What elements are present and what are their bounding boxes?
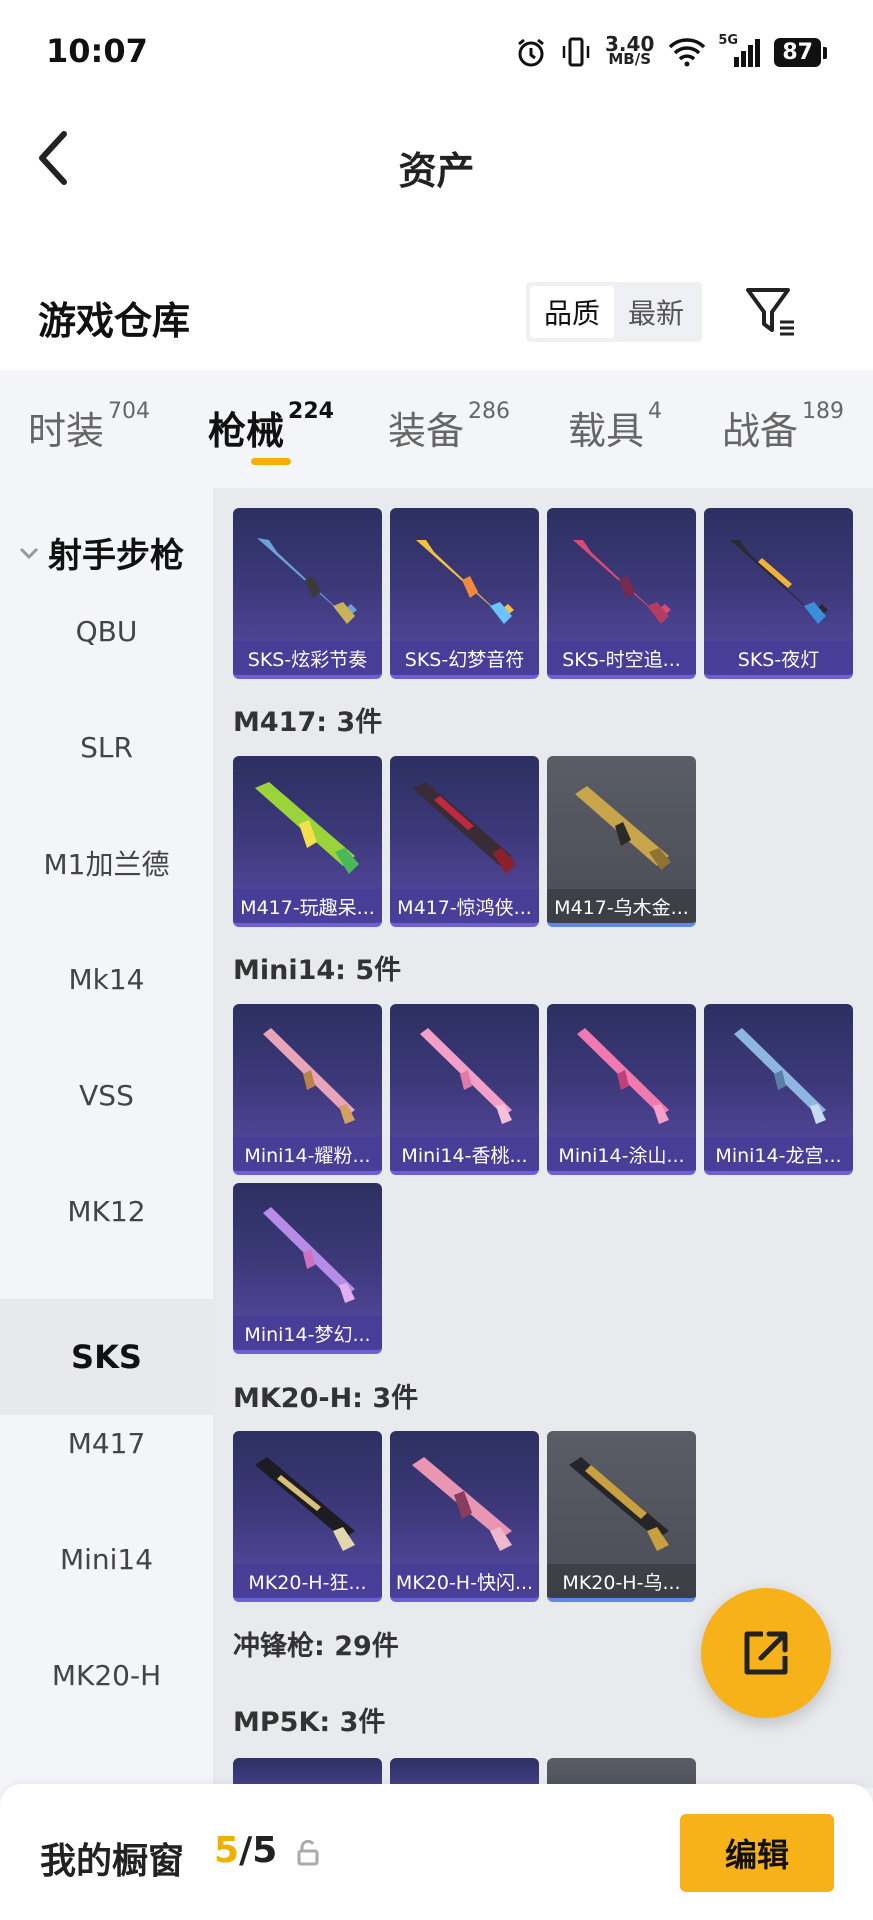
filter-button[interactable]	[744, 284, 798, 340]
item-card[interactable]: Mini14-龙宫...	[704, 1004, 853, 1175]
section-title-smg: 冲锋枪: 29件	[233, 1631, 399, 1662]
app-header: 资产	[0, 100, 873, 230]
item-card[interactable]: MK20-H-快闪...	[390, 1431, 539, 1602]
section-title-mp5k: MP5K: 3件	[233, 1707, 386, 1738]
sort-newest-button[interactable]: 最新	[614, 286, 698, 338]
item-card[interactable]: Mini14-香桃...	[390, 1004, 539, 1175]
rifle-skin-icon	[255, 1457, 355, 1551]
tab-guns[interactable]: 枪械 224	[208, 399, 334, 455]
rifle-skin-icon	[575, 786, 671, 870]
item-card[interactable]: SKS-幻梦音符	[390, 508, 539, 679]
rifle-skin-icon	[255, 782, 359, 874]
sidebar-item-mk12[interactable]: MK12	[0, 1153, 213, 1269]
mk20h-row: MK20-H-狂... MK20-H-快闪... MK20-H-乌...	[233, 1431, 696, 1602]
share-external-icon	[744, 1631, 788, 1675]
wifi-icon	[669, 38, 706, 67]
rifle-skin-icon	[412, 782, 516, 874]
share-fab-button[interactable]	[701, 1588, 831, 1718]
warehouse-title: 游戏仓库	[38, 299, 191, 343]
status-time: 10:07	[46, 32, 148, 70]
edit-button[interactable]: 编辑	[680, 1814, 834, 1892]
rifle-skin-icon	[257, 538, 357, 624]
item-card[interactable]: MK20-H-乌...	[547, 1431, 696, 1602]
status-bar: 10:07 3.40 MB/S 5G 87	[0, 0, 873, 100]
category-tabs: 时装 704 枪械 224 装备 286 载具 4 战备 189	[0, 370, 873, 488]
item-card[interactable]: M417-乌木金...	[547, 756, 696, 927]
sidebar-item-mk14[interactable]: Mk14	[0, 921, 213, 1037]
item-card[interactable]: MK20-H-狂...	[233, 1431, 382, 1602]
network-type: 5G	[718, 33, 739, 48]
tab-battle-prep[interactable]: 战备 189	[722, 399, 844, 455]
rifle-skin-icon	[412, 1457, 512, 1551]
sidebar-item-qbu[interactable]: QBU	[0, 573, 213, 689]
sort-quality-button[interactable]: 品质	[530, 286, 614, 338]
rifle-skin-icon	[420, 1028, 512, 1124]
warehouse-bar: 游戏仓库 品质 最新	[0, 230, 873, 370]
active-tab-indicator	[251, 458, 291, 465]
item-card[interactable]: Mini14-梦幻...	[233, 1183, 382, 1354]
lock-icon	[297, 1840, 319, 1866]
tab-fashion[interactable]: 时装 704	[28, 399, 150, 455]
chevron-down-icon	[19, 547, 39, 559]
item-card[interactable]: SKS-夜灯	[704, 508, 853, 679]
sidebar-item-slr[interactable]: SLR	[0, 689, 213, 805]
rifle-skin-icon	[573, 540, 671, 624]
sidebar-item-m1[interactable]: M1加兰德	[0, 805, 213, 921]
rifle-skin-icon	[734, 1028, 826, 1124]
section-title-m417: M417: 3件	[233, 707, 383, 738]
rifle-skin-icon	[569, 1457, 669, 1551]
alarm-icon	[518, 38, 544, 67]
sort-toggle: 品质 最新	[526, 282, 702, 342]
tab-vehicles[interactable]: 载具 4	[568, 399, 662, 455]
mini14-row-2: Mini14-梦幻...	[233, 1183, 382, 1354]
item-card[interactable]: SKS-时空追...	[547, 508, 696, 679]
showcase-count: 5/5	[214, 1830, 278, 1871]
item-card[interactable]: M417-玩趣呆...	[233, 756, 382, 927]
showcase-bar: 我的橱窗 5/5 编辑	[0, 1784, 873, 1920]
section-title-mini14: Mini14: 5件	[233, 955, 402, 986]
network-speed: 3.40 MB/S	[605, 32, 655, 68]
cell-signal: 5G	[718, 33, 761, 67]
showcase-title: 我的橱窗	[40, 1841, 185, 1882]
item-card[interactable]: Mini14-涂山...	[547, 1004, 696, 1175]
rifle-skin-icon	[416, 540, 514, 624]
tab-equipment[interactable]: 装备 286	[388, 399, 510, 455]
rifle-skin-icon	[263, 1028, 355, 1124]
item-card[interactable]: Mini14-耀粉...	[233, 1004, 382, 1175]
m417-row: M417-玩趣呆... M417-惊鸿侠... M417-乌木金...	[233, 756, 696, 927]
sks-row: SKS-炫彩节奏 SKS-幻梦音符 SKS-时空追... SKS-夜灯	[233, 508, 853, 679]
vibrate-icon	[562, 37, 590, 67]
status-icons: 3.40 MB/S 5G 87	[515, 30, 827, 74]
sidebar: 射手步枪 QBU SLR M1加兰德 Mk14 VSS MK12 SKS M41…	[0, 488, 213, 1788]
page-title: 资产	[398, 149, 475, 193]
sidebar-item-m417[interactable]: M417	[0, 1385, 213, 1501]
filter-icon	[746, 288, 794, 336]
sidebar-category[interactable]: 射手步枪	[18, 528, 184, 577]
mini14-row-1: Mini14-耀粉... Mini14-香桃... Mini14-涂山... M…	[233, 1004, 853, 1175]
item-card[interactable]: M417-惊鸿侠...	[390, 756, 539, 927]
rifle-skin-icon	[263, 1207, 355, 1303]
sidebar-item-mini14[interactable]: Mini14	[0, 1501, 213, 1617]
battery-indicator: 87	[774, 37, 827, 67]
rifle-skin-icon	[730, 540, 828, 624]
sidebar-item-mk20h[interactable]: MK20-H	[0, 1617, 213, 1733]
section-title-mk20h: MK20-H: 3件	[233, 1383, 419, 1414]
rifle-skin-icon	[577, 1028, 669, 1124]
item-card[interactable]: SKS-炫彩节奏	[233, 508, 382, 679]
sidebar-item-vss[interactable]: VSS	[0, 1037, 213, 1153]
